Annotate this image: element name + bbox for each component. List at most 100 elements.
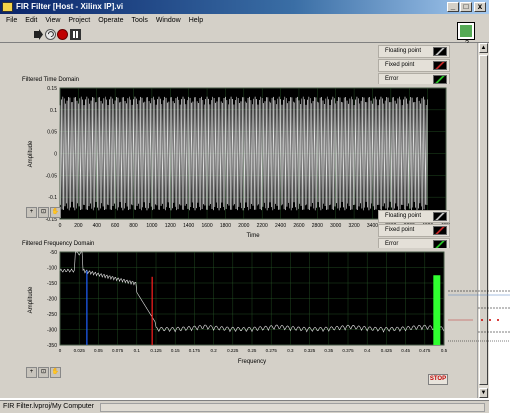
- time-y-tick-label: -0.1: [48, 195, 57, 201]
- freq-y-tick-label: -100: [47, 266, 57, 272]
- freq-x-tick-label: 0.5: [441, 348, 448, 353]
- freq-marker-green: [433, 275, 441, 345]
- scroll-down-arrow-icon[interactable]: ▼: [479, 388, 488, 398]
- pan-tool-icon[interactable]: ✋: [50, 367, 61, 378]
- labview-app-icon: [2, 2, 13, 12]
- legend-fixed-point[interactable]: Fixed point: [378, 224, 450, 237]
- legend-label: Error: [385, 241, 399, 247]
- time-x-tick-label: 1000: [146, 223, 157, 229]
- vi-icon[interactable]: [457, 22, 475, 40]
- zoom-tool-icon[interactable]: ⊡: [38, 367, 49, 378]
- freq-graph-palette: + ⊡ ✋: [26, 367, 62, 378]
- freq-x-tick-label: 0.25: [248, 348, 257, 353]
- freq-xlabel: Frequency: [238, 359, 266, 365]
- title-bar: FIR Filter [Host - Xilinx IP].vi _ □ x: [0, 0, 489, 14]
- cursor-tool-icon[interactable]: +: [26, 367, 37, 378]
- window-title: FIR Filter [Host - Xilinx IP].vi: [16, 2, 124, 11]
- minimize-button[interactable]: _: [447, 2, 459, 12]
- legend-label: Floating point: [385, 213, 422, 219]
- legend-swatch-red: [433, 61, 447, 70]
- time-y-tick-label: 0.1: [50, 108, 57, 114]
- time-graph-palette: + ⊡ ✋: [26, 207, 62, 218]
- menu-file[interactable]: File: [6, 17, 17, 24]
- menu-view[interactable]: View: [45, 17, 60, 24]
- freq-plot-legend[interactable]: Floating point Fixed point Error: [378, 210, 450, 252]
- frequency-domain-graph[interactable]: -50-100-150-200-250-300-350 0 0.025 0.05 0.…: [20, 248, 450, 368]
- legend-floating-point[interactable]: Floating point: [378, 210, 450, 223]
- legend-fixed-point[interactable]: Fixed point: [378, 59, 450, 72]
- time-y-tick-label: -0.05: [46, 173, 58, 179]
- legend-floating-point[interactable]: Floating point: [378, 45, 450, 58]
- freq-y-tick-label: -50: [50, 250, 57, 256]
- freq-x-tick-label: 0.45: [401, 348, 410, 353]
- freq-y-tick-label: -150: [47, 281, 57, 287]
- pan-tool-icon[interactable]: ✋: [50, 207, 61, 218]
- freq-ylabel: Amplitude: [28, 286, 34, 313]
- time-ylabel: Amplitude: [28, 140, 34, 167]
- pause-icon[interactable]: [70, 29, 81, 40]
- time-y-tick-label: 0.15: [47, 86, 57, 92]
- horizontal-scrollbar[interactable]: [100, 403, 485, 412]
- time-x-tick-label: 2200: [257, 223, 268, 229]
- maximize-button[interactable]: □: [460, 2, 472, 12]
- scroll-up-arrow-icon[interactable]: ▲: [479, 43, 488, 53]
- run-continuously-icon[interactable]: [45, 29, 56, 40]
- cursor-tool-icon[interactable]: +: [26, 207, 37, 218]
- legend-swatch-white: [433, 47, 447, 56]
- freq-x-tick-label: 0.025: [74, 348, 86, 353]
- freq-x-tick-label: 0.3: [287, 348, 294, 353]
- time-x-tick-label: 1400: [183, 223, 194, 229]
- freq-x-tick-label: 0.2: [210, 348, 217, 353]
- freq-x-tick-label: 0.325: [304, 348, 316, 353]
- toolbar: [0, 26, 489, 43]
- freq-x-tick-label: 0.475: [419, 348, 431, 353]
- menu-bar: File Edit View Project Operate Tools Win…: [0, 14, 489, 26]
- freq-x-tick-label: 0.125: [150, 348, 162, 353]
- freq-x-tick-label: 0.425: [381, 348, 393, 353]
- freq-x-tick-label: 0.175: [189, 348, 201, 353]
- time-x-tick-label: 2400: [275, 223, 286, 229]
- legend-swatch-green: [433, 75, 447, 84]
- time-y-tick-label: 0.05: [47, 130, 57, 136]
- legend-label: Floating point: [385, 48, 422, 54]
- vi-icon-image: [460, 25, 472, 37]
- time-x-tick-label: 600: [111, 223, 120, 229]
- stop-button[interactable]: STOP: [428, 374, 448, 385]
- freq-y-tick-label: -300: [47, 328, 57, 334]
- menu-help[interactable]: Help: [189, 17, 203, 24]
- freq-x-tick-label: 0.075: [112, 348, 124, 353]
- legend-swatch-white: [433, 212, 447, 221]
- status-bar: FIR Filter.lvproj/My Computer: [0, 400, 489, 413]
- time-x-tick-label: 3200: [349, 223, 360, 229]
- menu-tools[interactable]: Tools: [131, 17, 147, 24]
- freq-x-tick-label: 0.225: [227, 348, 239, 353]
- time-graph-label: Filtered Time Domain: [22, 77, 80, 83]
- freq-y-tick-label: -200: [47, 297, 57, 303]
- time-x-tick-label: 2800: [312, 223, 323, 229]
- time-y-tick-label: 0: [54, 152, 57, 158]
- time-x-tick-label: 1600: [201, 223, 212, 229]
- time-x-tick-label: 1800: [220, 223, 231, 229]
- menu-window[interactable]: Window: [156, 17, 181, 24]
- time-plot-legend[interactable]: Floating point Fixed point Error: [378, 45, 450, 87]
- time-x-tick-label: 800: [129, 223, 138, 229]
- freq-x-tick-label: 0.05: [94, 348, 103, 353]
- close-button[interactable]: x: [474, 2, 486, 12]
- time-x-tick-label: 2000: [238, 223, 249, 229]
- abort-execution-icon[interactable]: [57, 29, 68, 40]
- time-x-tick-label: 3000: [330, 223, 341, 229]
- time-x-tick-label: 0: [59, 223, 62, 229]
- freq-y-tick-label: -350: [47, 343, 57, 349]
- menu-edit[interactable]: Edit: [25, 17, 37, 24]
- front-panel: Floating point Fixed point Error Filtere…: [0, 43, 477, 398]
- menu-project[interactable]: Project: [68, 17, 90, 24]
- menu-operate[interactable]: Operate: [98, 17, 123, 24]
- time-x-tick-label: 1200: [165, 223, 176, 229]
- legend-label: Error: [385, 76, 399, 82]
- zoom-tool-icon[interactable]: ⊡: [38, 207, 49, 218]
- time-x-tick-label: 200: [74, 223, 83, 229]
- run-arrow-icon[interactable]: [33, 29, 44, 40]
- freq-x-tick-label: 0.275: [266, 348, 278, 353]
- time-x-tick-label: 2600: [293, 223, 304, 229]
- project-path: FIR Filter.lvproj/My Computer: [3, 403, 95, 410]
